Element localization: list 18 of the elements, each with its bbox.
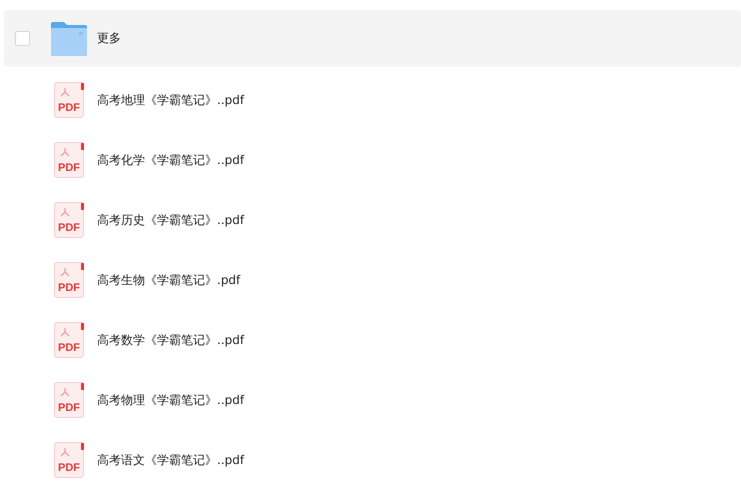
file-name: 高考生物《学霸笔记》.pdf: [97, 272, 240, 288]
pdf-file-icon: PDF: [54, 142, 84, 178]
file-name: 高考物理《学霸笔记》..pdf: [97, 392, 244, 408]
file-name: 更多: [97, 30, 121, 47]
file-name: 高考地理《学霸笔记》..pdf: [97, 92, 244, 108]
folder-icon: [51, 22, 87, 56]
pdf-file-icon: PDF: [54, 322, 84, 358]
file-name: 高考数学《学霸笔记》..pdf: [97, 332, 244, 348]
pdf-file-icon: PDF: [54, 382, 84, 418]
pdf-file-icon: PDF: [54, 82, 84, 118]
file-name: 高考语文《学霸笔记》..pdf: [97, 452, 244, 468]
pdf-file-icon: PDF: [54, 262, 84, 298]
pdf-file-icon: PDF: [54, 442, 84, 478]
file-name: 高考历史《学霸笔记》..pdf: [97, 212, 244, 228]
checkbox[interactable]: [15, 31, 30, 46]
file-row[interactable]: 更多: [4, 10, 741, 67]
file-name: 高考化学《学霸笔记》..pdf: [97, 152, 244, 168]
pdf-file-icon: PDF: [54, 202, 84, 238]
